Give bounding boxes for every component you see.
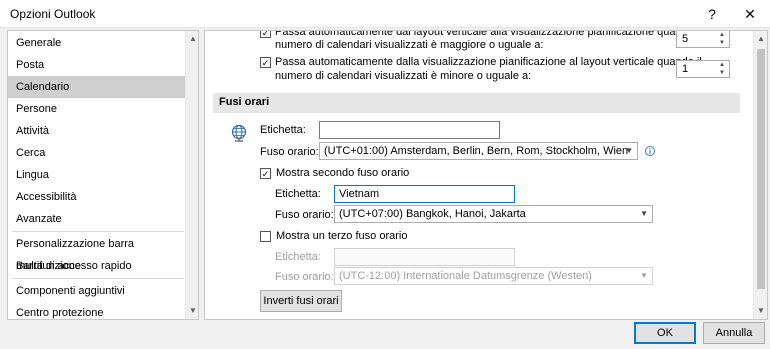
- second-tz-checkbox[interactable]: ✓: [260, 168, 271, 179]
- third-tz-select[interactable]: (UTC-12:00) Internationale Datumsgrenze …: [334, 267, 653, 285]
- third-tz-check-label: Mostra un terzo fuso orario: [276, 230, 408, 242]
- nav-item-posta[interactable]: Posta: [8, 54, 185, 76]
- third-tz-caption: Fuso orario:: [275, 271, 334, 283]
- nav-item-cerca[interactable]: Cerca: [8, 142, 185, 164]
- title-bar: Opzioni Outlook ? ✕: [0, 0, 770, 28]
- auto-switch-schedule-checkbox[interactable]: ✓: [260, 31, 271, 38]
- nav-item-generale[interactable]: Generale: [8, 32, 185, 54]
- second-tz-select-value: (UTC+07:00) Bangkok, Hanoi, Jakarta: [339, 208, 526, 220]
- window-title: Opzioni Outlook: [10, 7, 96, 21]
- vertical-threshold-spinner[interactable]: 1 ▲ ▼: [676, 60, 730, 78]
- tz-label-input[interactable]: [319, 121, 500, 139]
- third-tz-label-input[interactable]: [334, 248, 515, 266]
- vertical-threshold-value: 1: [682, 63, 689, 75]
- auto-switch-schedule-text-2: numero di calendari visualizzati è maggi…: [275, 39, 544, 51]
- info-icon[interactable]: i: [645, 146, 655, 156]
- chevron-down-icon: ▼: [625, 146, 633, 155]
- spin-down-icon[interactable]: ▼: [716, 69, 728, 77]
- scroll-up-icon[interactable]: ▲: [186, 32, 198, 46]
- third-tz-select-value: (UTC-12:00) Internationale Datumsgrenze …: [339, 270, 592, 282]
- spin-up-icon[interactable]: ▲: [716, 61, 728, 69]
- nav-item-attivita[interactable]: Attività: [8, 120, 185, 142]
- second-tz-check-label: Mostra secondo fuso orario: [276, 167, 410, 179]
- nav-item-calendario[interactable]: Calendario: [8, 76, 185, 98]
- globe-icon: [230, 124, 248, 142]
- tz-select[interactable]: (UTC+01:00) Amsterdam, Berlin, Bern, Rom…: [319, 142, 638, 160]
- third-tz-label-caption: Etichetta:: [275, 251, 321, 263]
- timezones-section-header: Fusi orari: [213, 93, 740, 113]
- chevron-down-icon: ▼: [640, 209, 648, 218]
- scroll-down-icon[interactable]: ▼: [754, 304, 767, 318]
- auto-switch-vertical-text-1: Passa automaticamente dalla visualizzazi…: [275, 56, 702, 68]
- ok-button[interactable]: OK: [634, 322, 696, 344]
- content-scrollbar[interactable]: ▲ ▼: [753, 31, 767, 319]
- auto-switch-schedule-text-1: Passa automaticamente dal layout vertica…: [275, 30, 702, 38]
- spin-down-icon[interactable]: ▼: [716, 39, 728, 47]
- tz-caption: Fuso orario:: [260, 146, 319, 158]
- help-button[interactable]: ?: [697, 3, 727, 25]
- nav-item-personalizzazione[interactable]: Personalizzazione barra multifunzione: [8, 233, 185, 272]
- second-tz-label-input[interactable]: [334, 185, 515, 203]
- nav-item-componenti[interactable]: Componenti aggiuntivi: [8, 280, 185, 302]
- second-tz-label-caption: Etichetta:: [275, 188, 321, 200]
- nav-item-avanzate[interactable]: Avanzate: [8, 208, 185, 230]
- auto-switch-vertical-checkbox[interactable]: ✓: [260, 57, 271, 68]
- schedule-threshold-spinner[interactable]: 5 ▲ ▼: [676, 31, 730, 48]
- chevron-down-icon: ▼: [640, 271, 648, 280]
- close-button[interactable]: ✕: [735, 3, 765, 25]
- scroll-thumb[interactable]: [757, 49, 765, 289]
- scroll-down-icon[interactable]: ▼: [186, 304, 198, 318]
- swap-timezones-button[interactable]: Inverti fusi orari: [260, 290, 342, 312]
- nav-divider: [12, 231, 184, 232]
- auto-switch-vertical-text-2: numero di calendari visualizzati è minor…: [275, 70, 532, 82]
- third-tz-checkbox[interactable]: [260, 231, 271, 242]
- timezones-section-title: Fusi orari: [219, 96, 270, 108]
- spin-up-icon[interactable]: ▲: [716, 31, 728, 39]
- nav-divider: [12, 278, 184, 279]
- options-nav: Generale Posta Calendario Persone Attivi…: [7, 30, 199, 320]
- nav-item-barra-accesso[interactable]: Barra di accesso rapido: [8, 255, 185, 277]
- second-tz-select[interactable]: (UTC+07:00) Bangkok, Hanoi, Jakarta ▼: [334, 205, 653, 223]
- nav-item-lingua[interactable]: Lingua: [8, 164, 185, 186]
- schedule-threshold-value: 5: [682, 33, 689, 45]
- calendar-options-pane: ✓ Passa automaticamente dal layout verti…: [204, 30, 768, 320]
- scroll-up-icon[interactable]: ▲: [754, 32, 767, 46]
- tz-label-caption: Etichetta:: [260, 124, 306, 136]
- nav-item-persone[interactable]: Persone: [8, 98, 185, 120]
- nav-item-accessibilita[interactable]: Accessibilità: [8, 186, 185, 208]
- tz-select-value: (UTC+01:00) Amsterdam, Berlin, Bern, Rom…: [324, 145, 629, 157]
- second-tz-caption: Fuso orario:: [275, 209, 334, 221]
- cancel-button[interactable]: Annulla: [703, 322, 765, 344]
- nav-scrollbar[interactable]: ▲ ▼: [185, 31, 198, 319]
- nav-item-centro-protezione[interactable]: Centro protezione: [8, 302, 185, 319]
